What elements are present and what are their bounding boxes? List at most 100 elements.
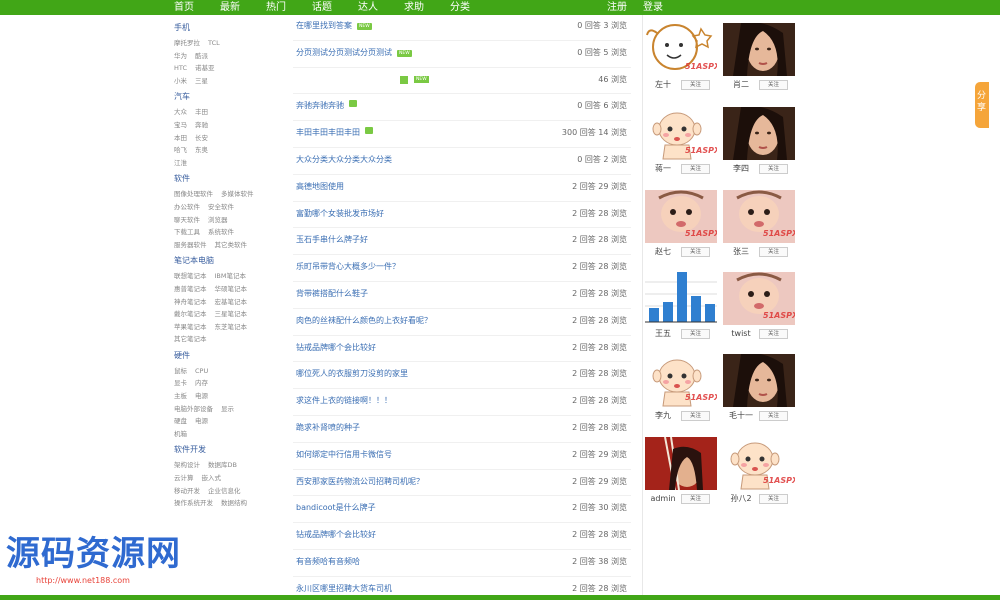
- question-title[interactable]: 钻戒品牌哪个会比较好: [296, 529, 376, 541]
- question-title[interactable]: 在哪里找到答案 NEW: [296, 20, 372, 32]
- category-link[interactable]: 多媒体软件: [221, 188, 254, 201]
- category-link[interactable]: 电源: [195, 390, 208, 403]
- category-link[interactable]: 机箱: [174, 428, 187, 441]
- question-title[interactable]: 求这件上衣的链接啊！！！: [296, 395, 392, 407]
- category-link[interactable]: 三星笔记本: [215, 308, 248, 321]
- category-link[interactable]: 惠普笔记本: [174, 283, 207, 296]
- user-name[interactable]: 孙八2: [725, 493, 757, 504]
- category-link[interactable]: CPU: [195, 365, 208, 378]
- user-name[interactable]: 赵七: [647, 246, 679, 257]
- nav-item[interactable]: 达人: [358, 0, 378, 15]
- category-link[interactable]: 三星: [195, 75, 208, 88]
- follow-button[interactable]: 关注: [681, 164, 710, 174]
- follow-button[interactable]: 关注: [681, 329, 710, 339]
- question-title[interactable]: 永川区哪里招聘大货车司机: [296, 583, 392, 595]
- user-name[interactable]: 李九: [647, 410, 679, 421]
- share-side-tab[interactable]: 分享: [975, 82, 989, 128]
- follow-button[interactable]: 关注: [759, 247, 788, 257]
- user-name[interactable]: 蒋一: [647, 163, 679, 174]
- category-link[interactable]: 大众: [174, 106, 187, 119]
- category-link[interactable]: 主板: [174, 390, 187, 403]
- category-link[interactable]: 诺基亚: [195, 62, 215, 75]
- category-title[interactable]: 手机: [174, 22, 284, 34]
- question-title[interactable]: 奔驰奔驰奔驰: [296, 100, 357, 112]
- category-link[interactable]: 联想笔记本: [174, 270, 207, 283]
- category-title[interactable]: 硬件: [174, 350, 284, 362]
- question-title[interactable]: 丰田丰田丰田丰田: [296, 127, 373, 139]
- register-link[interactable]: 注册: [607, 0, 627, 15]
- question-title[interactable]: 富勤哪个女装批发市场好: [296, 208, 384, 220]
- category-link[interactable]: 奔驰: [195, 119, 208, 132]
- question-title[interactable]: 分页测试分页测试分页测试 NEW: [296, 47, 412, 59]
- category-link[interactable]: TCL: [208, 37, 220, 50]
- follow-button[interactable]: 关注: [681, 247, 710, 257]
- category-link[interactable]: 东芝笔记本: [215, 321, 248, 334]
- follow-button[interactable]: 关注: [759, 494, 788, 504]
- category-link[interactable]: 长安: [195, 132, 208, 145]
- question-title[interactable]: 大众分类大众分类大众分类: [296, 154, 392, 166]
- login-link[interactable]: 登录: [643, 0, 663, 15]
- category-link[interactable]: 摩托罗拉: [174, 37, 200, 50]
- category-link[interactable]: HTC: [174, 62, 187, 75]
- user-avatar[interactable]: 51ASPX.com: [723, 190, 795, 243]
- question-title[interactable]: 背带裤搭配什么鞋子: [296, 288, 368, 300]
- user-avatar[interactable]: [723, 354, 795, 407]
- nav-item[interactable]: 求助: [404, 0, 424, 15]
- follow-button[interactable]: 关注: [681, 411, 710, 421]
- category-link[interactable]: 办公软件: [174, 201, 200, 214]
- category-link[interactable]: 其它笔记本: [174, 333, 207, 346]
- category-link[interactable]: 嵌入式: [202, 472, 222, 485]
- category-link[interactable]: 系统软件: [208, 226, 234, 239]
- category-link[interactable]: 架构设计: [174, 459, 200, 472]
- follow-button[interactable]: 关注: [759, 329, 788, 339]
- user-avatar[interactable]: [723, 107, 795, 160]
- question-title[interactable]: 有音频哈有音频哈: [296, 556, 360, 568]
- user-name[interactable]: twist: [725, 328, 757, 339]
- question-title[interactable]: 玉石手串什么牌子好: [296, 234, 368, 246]
- question-title[interactable]: 高德地图使用: [296, 181, 344, 193]
- question-title[interactable]: 肉色的丝袜配什么颜色的上衣好看呢？: [296, 315, 432, 327]
- category-link[interactable]: 安全软件: [208, 201, 234, 214]
- user-name[interactable]: 王五: [647, 328, 679, 339]
- category-link[interactable]: 数据结构: [221, 497, 247, 510]
- category-link[interactable]: 下载工具: [174, 226, 200, 239]
- user-avatar[interactable]: 51ASPX.com: [645, 23, 717, 76]
- user-avatar[interactable]: [645, 272, 717, 325]
- category-title[interactable]: 笔记本电脑: [174, 255, 284, 267]
- category-link[interactable]: 服务器软件: [174, 239, 207, 252]
- user-avatar[interactable]: 51ASPX.com: [645, 190, 717, 243]
- category-link[interactable]: 显示: [221, 403, 234, 416]
- category-link[interactable]: IBM笔记本: [215, 270, 246, 283]
- category-link[interactable]: 鼠标: [174, 365, 187, 378]
- user-avatar[interactable]: 51ASPX.com: [645, 107, 717, 160]
- nav-item[interactable]: 热门: [266, 0, 286, 15]
- question-title[interactable]: 如何绑定中行信用卡微信号: [296, 449, 392, 461]
- category-link[interactable]: 浏览器: [208, 214, 228, 227]
- user-avatar[interactable]: 51ASPX.com: [723, 272, 795, 325]
- user-name[interactable]: 张三: [725, 246, 757, 257]
- user-name[interactable]: 李四: [725, 163, 757, 174]
- category-link[interactable]: 企业信息化: [208, 485, 241, 498]
- category-link[interactable]: 电脑外部设备: [174, 403, 213, 416]
- category-link[interactable]: 数据库DB: [208, 459, 237, 472]
- question-title[interactable]: 哪位死人的衣服剪刀没剪的家里: [296, 368, 408, 380]
- question-untitled[interactable]: NEW: [400, 75, 429, 84]
- category-link[interactable]: 聊天软件: [174, 214, 200, 227]
- category-link[interactable]: 江淮: [174, 157, 187, 170]
- category-link[interactable]: 宏基笔记本: [215, 296, 248, 309]
- category-link[interactable]: 其它类软件: [215, 239, 248, 252]
- category-link[interactable]: 戴尔笔记本: [174, 308, 207, 321]
- category-link[interactable]: 哈飞: [174, 144, 187, 157]
- category-link[interactable]: 操作系统开发: [174, 497, 213, 510]
- category-link[interactable]: 丰田: [195, 106, 208, 119]
- nav-item[interactable]: 首页: [174, 0, 194, 15]
- user-name[interactable]: 肖二: [725, 79, 757, 90]
- user-avatar[interactable]: 51ASPX.com: [723, 437, 795, 490]
- question-title[interactable]: 跪求补肾喷的种子: [296, 422, 360, 434]
- category-link[interactable]: 硬盘: [174, 415, 187, 428]
- category-title[interactable]: 汽车: [174, 91, 284, 103]
- category-link[interactable]: 东奥: [195, 144, 208, 157]
- nav-item[interactable]: 话题: [312, 0, 332, 15]
- nav-item[interactable]: 分类: [450, 0, 470, 15]
- user-name[interactable]: 左十: [647, 79, 679, 90]
